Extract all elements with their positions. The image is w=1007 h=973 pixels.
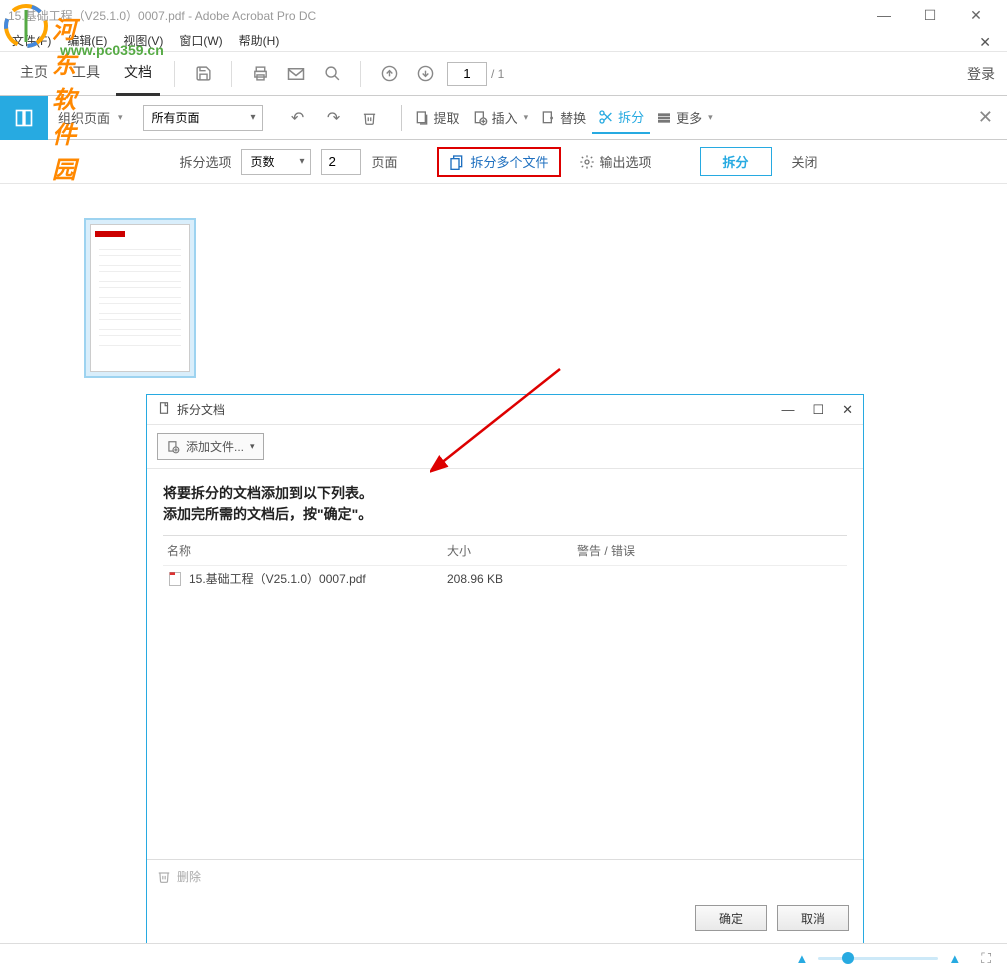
- close-menubar-icon[interactable]: ✕: [973, 32, 997, 53]
- split-multiple-button[interactable]: 拆分多个文件: [437, 147, 560, 177]
- file-size: 208.96 KB: [447, 572, 577, 586]
- file-list: 名称 大小 警告 / 错误 15.基础工程（V25.1.0）0007.pdf 2…: [163, 535, 847, 859]
- page-filter-dropdown[interactable]: 所有页面: [143, 105, 263, 131]
- page-total: / 1: [491, 67, 504, 81]
- zoom-slider[interactable]: [818, 957, 938, 960]
- page-down-icon[interactable]: [411, 60, 439, 88]
- window-title: 15.基础工程（V25.1.0）0007.pdf - Adobe Acrobat…: [8, 7, 861, 24]
- zoom-slider-thumb[interactable]: [842, 952, 854, 964]
- delete-page-icon[interactable]: [355, 103, 385, 133]
- insert-action[interactable]: 插入▾: [466, 102, 535, 134]
- organize-pages-icon[interactable]: [0, 96, 48, 140]
- dialog-titlebar: 拆分文档 — ☐ ✕: [147, 395, 863, 425]
- page-thumbnail[interactable]: [84, 218, 196, 378]
- menu-edit[interactable]: 编辑(E): [61, 30, 113, 51]
- separator: [174, 61, 175, 87]
- add-files-button[interactable]: 添加文件... ▾: [157, 433, 264, 460]
- main-area: 拆分文档 — ☐ ✕ 添加文件... ▾ 将要拆分的文档添加到以下列表。 添加完…: [0, 184, 1007, 934]
- cancel-button[interactable]: 取消: [777, 905, 849, 931]
- chevron-down-icon: ▾: [250, 441, 255, 452]
- close-splitbar-button[interactable]: 关闭: [782, 148, 828, 175]
- tab-home[interactable]: 主页: [12, 52, 56, 96]
- save-icon[interactable]: [189, 60, 217, 88]
- dialog-maximize-button[interactable]: ☐: [812, 402, 824, 418]
- tab-document[interactable]: 文档: [116, 52, 160, 96]
- replace-action[interactable]: 替换: [534, 102, 592, 134]
- menu-view[interactable]: 视图(V): [117, 30, 169, 51]
- ok-button[interactable]: 确定: [695, 905, 767, 931]
- titlebar: 15.基础工程（V25.1.0）0007.pdf - Adobe Acrobat…: [0, 0, 1007, 30]
- page-current-input[interactable]: [447, 62, 487, 86]
- maximize-button[interactable]: ☐: [907, 0, 953, 30]
- separator: [360, 61, 361, 87]
- dialog-close-button[interactable]: ✕: [842, 402, 853, 418]
- dialog-minimize-button[interactable]: —: [781, 402, 794, 418]
- delete-row[interactable]: 删除: [147, 859, 863, 893]
- email-icon[interactable]: [282, 60, 310, 88]
- pages-label: 页面: [371, 152, 397, 171]
- trash-icon: [157, 869, 171, 884]
- more-action[interactable]: 更多▾: [650, 102, 719, 134]
- tab-toolbar: 主页 工具 文档 / 1 登录: [0, 52, 1007, 96]
- tab-tools[interactable]: 工具: [64, 52, 108, 96]
- split-options-bar: 拆分选项 页数 页面 拆分多个文件 输出选项 拆分 关闭: [0, 140, 1007, 184]
- page-indicator: / 1: [447, 62, 504, 86]
- pdf-icon: [167, 571, 183, 587]
- output-options-button[interactable]: 输出选项: [571, 147, 660, 177]
- col-warning[interactable]: 警告 / 错误: [577, 542, 843, 559]
- zoom-out-icon[interactable]: ▲: [795, 951, 808, 966]
- split-value-input[interactable]: [321, 149, 361, 175]
- split-document-dialog: 拆分文档 — ☐ ✕ 添加文件... ▾ 将要拆分的文档添加到以下列表。 添加完…: [146, 394, 864, 944]
- minimize-button[interactable]: —: [861, 0, 907, 30]
- close-window-button[interactable]: ✕: [953, 0, 999, 30]
- split-by-dropdown[interactable]: 页数: [241, 149, 311, 175]
- col-size[interactable]: 大小: [447, 542, 577, 559]
- print-icon[interactable]: [246, 60, 274, 88]
- zoom-in-icon[interactable]: ▲: [948, 951, 961, 966]
- zoom-bar: ▲ ▲ ⛶: [0, 943, 1007, 973]
- file-row[interactable]: 15.基础工程（V25.1.0）0007.pdf 208.96 KB: [163, 566, 847, 591]
- dialog-instructions: 将要拆分的文档添加到以下列表。 添加完所需的文档后，按"确定"。: [163, 483, 847, 525]
- close-toolbar-icon[interactable]: ✕: [978, 107, 993, 128]
- menu-file[interactable]: 文件(F): [6, 30, 57, 51]
- menu-window[interactable]: 窗口(W): [173, 30, 228, 51]
- document-icon: [157, 401, 171, 418]
- dialog-title: 拆分文档: [177, 401, 781, 418]
- col-name[interactable]: 名称: [167, 542, 447, 559]
- login-link[interactable]: 登录: [967, 64, 995, 84]
- split-execute-button[interactable]: 拆分: [700, 147, 772, 176]
- chevron-down-icon[interactable]: ▾: [118, 112, 123, 123]
- separator: [401, 105, 402, 131]
- page-up-icon[interactable]: [375, 60, 403, 88]
- search-icon[interactable]: [318, 60, 346, 88]
- rotate-ccw-icon[interactable]: ↶: [283, 103, 313, 133]
- extract-action[interactable]: 提取: [408, 102, 466, 134]
- organize-label: 组织页面: [58, 108, 110, 127]
- organize-toolbar: 组织页面 ▾ 所有页面 ↶ ↷ 提取 插入▾ 替换 拆分 更多▾ ✕: [0, 96, 1007, 140]
- split-action[interactable]: 拆分: [592, 102, 650, 134]
- separator: [231, 61, 232, 87]
- split-option-label: 拆分选项: [179, 152, 231, 171]
- file-name: 15.基础工程（V25.1.0）0007.pdf: [189, 570, 366, 587]
- fullscreen-icon[interactable]: ⛶: [981, 950, 991, 967]
- menu-help[interactable]: 帮助(H): [233, 30, 286, 51]
- menubar: 文件(F) 编辑(E) 视图(V) 窗口(W) 帮助(H) ✕: [0, 30, 1007, 52]
- rotate-cw-icon[interactable]: ↷: [319, 103, 349, 133]
